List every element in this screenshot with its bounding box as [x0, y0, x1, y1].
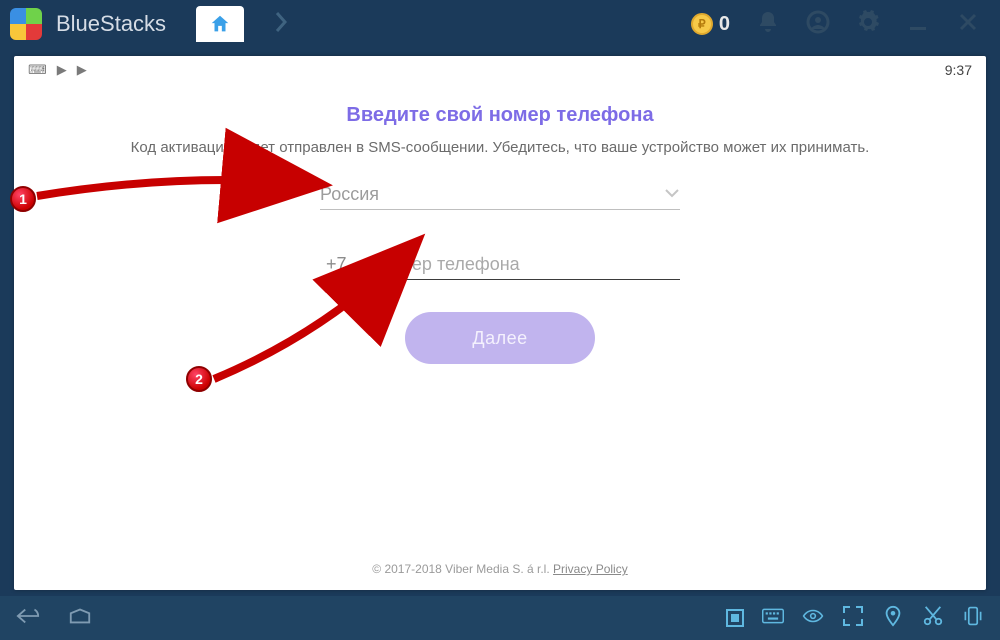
country-select[interactable]: Россия	[320, 184, 680, 210]
navbar-left	[16, 607, 92, 630]
location-button[interactable]	[882, 605, 904, 632]
navbar-right	[726, 605, 984, 632]
close-button[interactable]	[956, 10, 980, 39]
account-button[interactable]	[806, 10, 830, 39]
user-circle-icon	[806, 10, 830, 34]
home-button[interactable]	[68, 607, 92, 630]
toggle-active-icon	[726, 609, 744, 627]
statusbar-clock: 9:37	[945, 62, 972, 78]
eye-icon	[802, 605, 824, 627]
footer-copyright: © 2017-2018 Viber Media S. á r.l.	[372, 562, 553, 576]
footer: © 2017-2018 Viber Media S. á r.l. Privac…	[14, 562, 986, 576]
fullscreen-button[interactable]	[842, 605, 864, 632]
dial-code: +7	[320, 254, 353, 280]
page-heading: Введите свой номер телефона	[346, 104, 653, 127]
phone-row: +7	[320, 254, 680, 280]
cut-button[interactable]	[922, 605, 944, 632]
statusbar-icons: ⌨ ▶ ▶	[28, 62, 87, 78]
coin-value: 0	[719, 13, 730, 36]
minimize-icon	[906, 10, 930, 34]
signup-content: Введите свой номер телефона Код активаци…	[14, 84, 986, 590]
home-nav-icon	[68, 607, 92, 625]
country-value: Россия	[320, 184, 664, 205]
titlebar: BlueStacks ₽ 0	[0, 0, 1000, 48]
coin-icon: ₽	[691, 13, 713, 35]
chevron-down-icon	[664, 186, 680, 204]
keyboard-icon	[762, 605, 784, 627]
play-status-icon: ▶	[77, 62, 87, 78]
home-icon	[209, 13, 231, 35]
flag-status-icon: ▶	[57, 62, 67, 78]
bell-icon	[756, 10, 780, 34]
keyboard-button[interactable]	[762, 605, 784, 632]
keyboard-status-icon: ⌨	[28, 62, 47, 78]
android-navbar	[0, 596, 1000, 640]
back-icon	[16, 607, 40, 625]
back-button[interactable]	[16, 607, 40, 630]
shake-button[interactable]	[962, 605, 984, 632]
next-button[interactable]: Далее	[405, 312, 595, 364]
page-subtext: Код активации будет отправлен в SMS-сооб…	[91, 139, 910, 156]
emulator-screen: ⌨ ▶ ▶ 9:37 Введите свой номер телефона К…	[14, 56, 986, 590]
scissors-icon	[922, 605, 944, 627]
privacy-link[interactable]: Privacy Policy	[553, 562, 628, 576]
home-tab[interactable]	[196, 6, 244, 42]
chevron-right-icon	[274, 11, 288, 33]
fullscreen-icon	[842, 605, 864, 627]
close-icon	[956, 10, 980, 34]
location-pin-icon	[882, 605, 904, 627]
android-statusbar: ⌨ ▶ ▶ 9:37	[14, 56, 986, 84]
titlebar-actions: ₽ 0	[691, 10, 980, 39]
settings-button[interactable]	[856, 10, 880, 39]
bluestacks-logo-icon	[10, 8, 42, 40]
phone-input[interactable]	[377, 254, 680, 280]
notifications-button[interactable]	[756, 10, 780, 39]
phone-shake-icon	[962, 605, 984, 627]
gear-icon	[856, 10, 880, 34]
toggle-button[interactable]	[726, 609, 744, 627]
coin-counter[interactable]: ₽ 0	[691, 13, 730, 36]
brand-label: BlueStacks	[56, 11, 166, 37]
visibility-button[interactable]	[802, 605, 824, 632]
tabs-overflow-button[interactable]	[264, 5, 298, 44]
minimize-button[interactable]	[906, 10, 930, 39]
